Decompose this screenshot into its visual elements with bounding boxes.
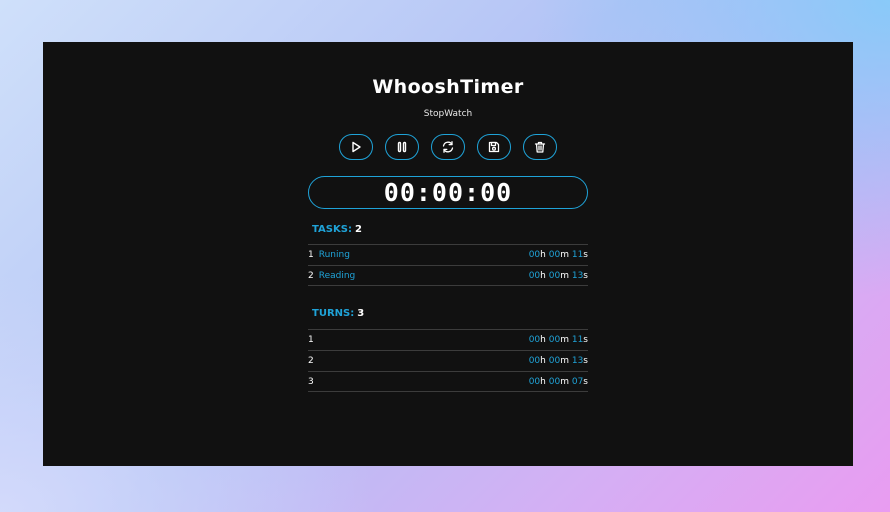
app-title: WhooshTimer (372, 76, 524, 98)
minutes-unit: m (560, 270, 569, 281)
turn-index: 3 (308, 376, 314, 387)
turn-time: 00h 00m 13s (529, 356, 588, 366)
seconds-unit: s (583, 250, 588, 260)
minutes-value: 00 (548, 270, 561, 281)
seconds-value: 11 (571, 250, 584, 260)
minutes-unit: m (560, 356, 569, 366)
seconds-unit: s (583, 376, 588, 387)
turn-index: 2 (308, 356, 314, 366)
minutes-value: 00 (548, 356, 561, 366)
delete-button[interactable] (523, 134, 557, 160)
task-name: Runing (318, 250, 350, 260)
save-button[interactable] (477, 134, 511, 160)
hours-unit: h (540, 335, 546, 345)
control-bar (43, 134, 853, 160)
turn-row[interactable]: 1 00h 00m 11s (308, 329, 588, 350)
turns-count: 3 (357, 308, 365, 319)
hours-unit: h (540, 356, 546, 366)
turn-time: 00h 00m 11s (529, 335, 588, 345)
task-row[interactable]: 1 Runing 00h 00m 11s (308, 244, 588, 265)
turns-header: TURNS: 3 (312, 308, 364, 319)
seconds-unit: s (583, 270, 588, 281)
seconds-value: 11 (571, 335, 584, 345)
seconds-value: 13 (571, 270, 584, 281)
hours-value: 00 (528, 376, 541, 387)
minutes-value: 00 (548, 376, 561, 387)
task-index: 2 (308, 270, 314, 281)
task-row[interactable]: 2 Reading 00h 00m 13s (308, 265, 588, 286)
turn-row[interactable]: 3 00h 00m 07s (308, 371, 588, 392)
task-time: 00h 00m 13s (529, 271, 588, 281)
refresh-icon (442, 141, 454, 153)
tasks-label: TASKS: (312, 224, 352, 235)
hours-unit: h (540, 270, 546, 281)
app-window: WhooshTimer StopWatch 00:00:00 TASKS: 2 1… (43, 42, 853, 466)
hours-value: 00 (528, 250, 541, 260)
task-time: 00h 00m 11s (529, 250, 588, 260)
minutes-unit: m (560, 335, 569, 345)
floppy-disk-icon (488, 141, 500, 153)
seconds-value: 13 (571, 356, 584, 366)
reset-button[interactable] (431, 134, 465, 160)
turns-list: 1 00h 00m 11s 2 00h 00m 13s 3 00h 00m 07… (308, 329, 588, 392)
hours-value: 00 (528, 335, 541, 345)
hours-value: 00 (528, 270, 541, 281)
minutes-unit: m (560, 376, 569, 387)
seconds-value: 07 (571, 376, 584, 387)
stopwatch-display: 00:00:00 (308, 176, 588, 209)
play-icon (352, 141, 361, 153)
hours-unit: h (540, 250, 546, 260)
task-name: Reading (318, 270, 356, 281)
turn-index: 1 (308, 335, 314, 345)
turns-label: TURNS: (312, 308, 355, 319)
play-button[interactable] (339, 134, 373, 160)
seconds-unit: s (583, 356, 588, 366)
app-subtitle: StopWatch (423, 109, 473, 119)
task-index: 1 (308, 250, 314, 260)
pause-icon (397, 141, 407, 153)
trash-icon (534, 141, 546, 153)
seconds-unit: s (583, 335, 588, 345)
hours-unit: h (540, 376, 546, 387)
tasks-count: 2 (354, 224, 362, 235)
minutes-unit: m (560, 250, 569, 260)
minutes-value: 00 (548, 250, 561, 260)
tasks-list: 1 Runing 00h 00m 11s 2 Reading 00h 00m 13s (308, 244, 588, 286)
pause-button[interactable] (385, 134, 419, 160)
hours-value: 00 (528, 356, 541, 366)
turn-row[interactable]: 2 00h 00m 13s (308, 350, 588, 371)
tasks-header: TASKS: 2 (312, 224, 362, 235)
turn-time: 00h 00m 07s (529, 377, 588, 387)
minutes-value: 00 (548, 335, 561, 345)
